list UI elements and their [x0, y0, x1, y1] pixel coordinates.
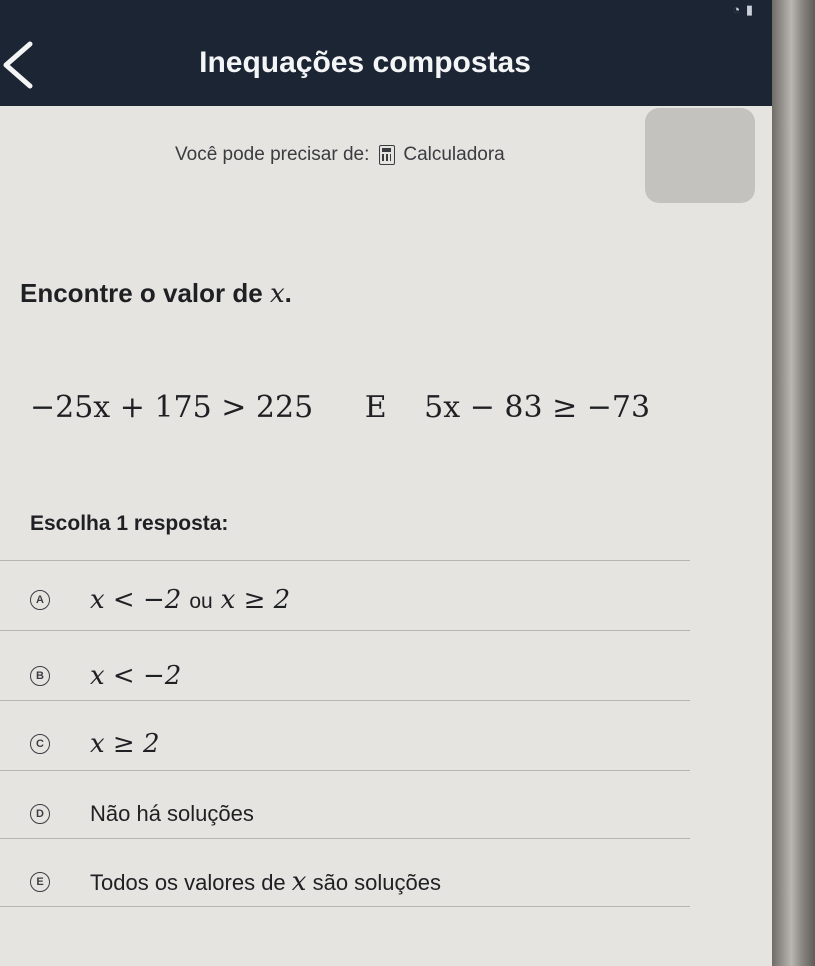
question-text: Encontre o valor de [20, 278, 263, 308]
option-letter-d: D [30, 804, 50, 824]
answer-option-c[interactable]: C x ≥ 2 [30, 714, 690, 774]
app-screen: ◔ ▮ Inequações compostas Você pode preci… [0, 0, 772, 966]
answer-option-b[interactable]: B x < −2 [30, 646, 690, 706]
device-bezel [772, 0, 815, 966]
status-icons: ◔ ▮ [732, 2, 754, 17]
divider [0, 770, 690, 771]
answer-option-a[interactable]: A x < −2 ou x ≥ 2 [30, 570, 690, 630]
option-e-post: são soluções [312, 870, 442, 895]
status-bar: ◔ ▮ [0, 0, 772, 22]
inequality-left: −25x + 175 > 225 [30, 390, 314, 425]
option-a-text: x < −2 ou x ≥ 2 [90, 585, 290, 615]
divider [0, 630, 690, 631]
option-c-text: x ≥ 2 [90, 729, 160, 759]
top-bar: Inequações compostas [0, 22, 772, 106]
answer-option-e[interactable]: E Todos os valores de x são soluções [30, 852, 690, 912]
option-e-pre: Todos os valores de [90, 870, 286, 895]
divider [0, 906, 690, 907]
answer-heading: Escolha 1 resposta: [30, 512, 229, 535]
compound-inequality: −25x + 175 > 225 E 5x − 83 ≥ −73 [30, 390, 650, 425]
option-e-var: x [291, 867, 307, 897]
option-letter-a: A [30, 590, 50, 610]
calculator-label: Calculadora [403, 144, 505, 165]
divider [0, 560, 690, 561]
hint-text: Você pode precisar de: [175, 144, 370, 165]
option-a-connector: ou [189, 590, 213, 613]
option-letter-c: C [30, 734, 50, 754]
option-b-expr: x < −2 [90, 661, 182, 691]
inequality-conjunction: E [364, 390, 387, 425]
option-e-text: Todos os valores de x são soluções [90, 867, 441, 897]
option-c-expr: x ≥ 2 [90, 729, 160, 759]
option-d-text: Não há soluções [90, 801, 254, 826]
page-title: Inequações compostas [199, 46, 531, 79]
question-period: . [284, 278, 292, 308]
tool-hint: Você pode precisar de: Calculadora [175, 144, 505, 166]
option-a-part1: x < −2 [90, 585, 182, 615]
divider [0, 838, 690, 839]
option-letter-b: B [30, 666, 50, 686]
question-variable: x [269, 279, 285, 309]
side-panel-glare [645, 108, 755, 203]
question-prompt: Encontre o valor de x. [20, 278, 292, 309]
divider [0, 700, 690, 701]
calculator-icon [379, 145, 396, 165]
answer-option-d[interactable]: D Não há soluções [30, 784, 690, 844]
option-letter-e: E [30, 872, 50, 892]
option-b-text: x < −2 [90, 661, 181, 691]
option-a-part2: x ≥ 2 [220, 585, 291, 615]
inequality-right: 5x − 83 ≥ −73 [424, 390, 651, 425]
calculator-button[interactable]: Calculadora [379, 144, 505, 166]
